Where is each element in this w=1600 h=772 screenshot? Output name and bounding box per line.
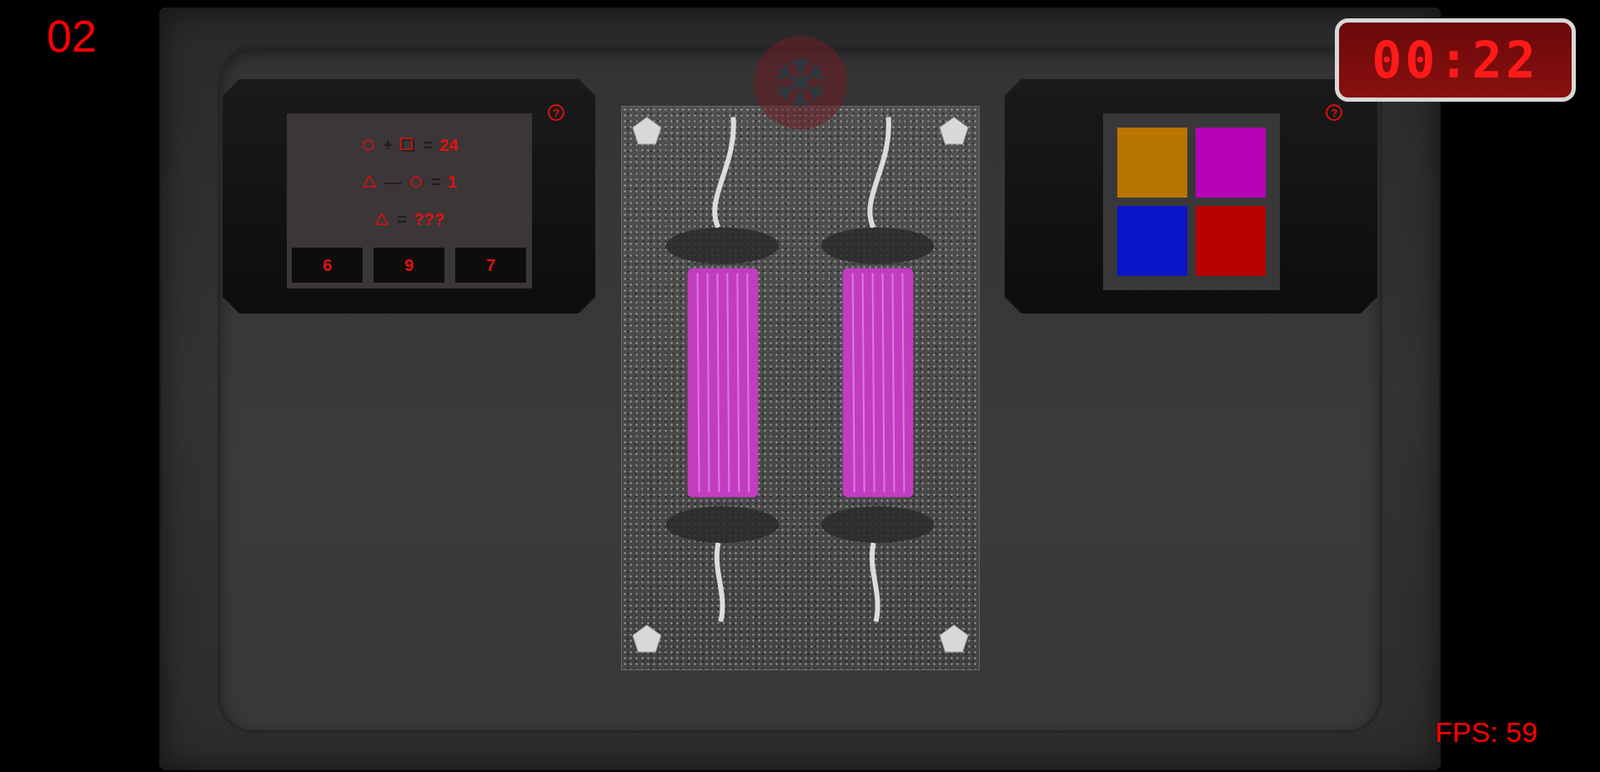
answer-button[interactable]: 6 (291, 247, 363, 283)
color-square[interactable] (1195, 127, 1266, 198)
ice-block (621, 105, 980, 671)
triangle-icon (361, 173, 378, 191)
tube[interactable] (820, 117, 933, 622)
freeze-badge (753, 35, 848, 130)
answer-row: 697 (291, 247, 527, 283)
equation-row: =??? (373, 209, 444, 230)
bomb-board: ?+=24—=1=???697? (159, 7, 1441, 771)
fps-counter: FPS: 59 (1434, 717, 1538, 748)
operator: = (396, 209, 407, 230)
timer: 00:22 (1334, 18, 1576, 102)
equation-value: 1 (447, 171, 457, 192)
equation-row: + = 24 (360, 135, 459, 156)
tube[interactable] (665, 117, 778, 622)
answer-button[interactable]: 9 (373, 247, 445, 283)
math-screen: +=24—=1=???697 (286, 113, 532, 289)
triangle-icon (373, 210, 391, 228)
circle-icon (360, 136, 377, 154)
help-button[interactable]: ? (1325, 104, 1343, 121)
level-counter: 02 (46, 11, 97, 61)
operator: — (384, 171, 402, 192)
color-screen (1103, 113, 1280, 291)
operator: + (383, 135, 394, 156)
equation-value: ??? (413, 209, 445, 230)
game-screen: 0200:22FPS: 59?+=24—=1=???697? (0, 0, 1600, 772)
operator: = (422, 135, 433, 156)
color-square[interactable] (1117, 205, 1188, 276)
operator: = (431, 171, 442, 192)
math-module: ?+=24—=1=???697 (222, 79, 596, 314)
answer-button[interactable]: 7 (455, 247, 527, 283)
help-button[interactable]: ? (547, 104, 565, 121)
equation-row: — =1 (361, 171, 457, 192)
color-square[interactable] (1195, 205, 1266, 276)
color-module: ? (1004, 79, 1378, 314)
equation-value: 24 (439, 135, 458, 156)
snowflake-icon (771, 53, 830, 112)
equation-list: +=24—=1=??? (291, 118, 527, 248)
wire-assembly-icon (621, 106, 979, 670)
square-icon (399, 136, 417, 154)
color-square[interactable] (1117, 127, 1188, 198)
circle-icon (407, 173, 425, 191)
module-tray: ?+=24—=1=???697? (220, 47, 1380, 731)
